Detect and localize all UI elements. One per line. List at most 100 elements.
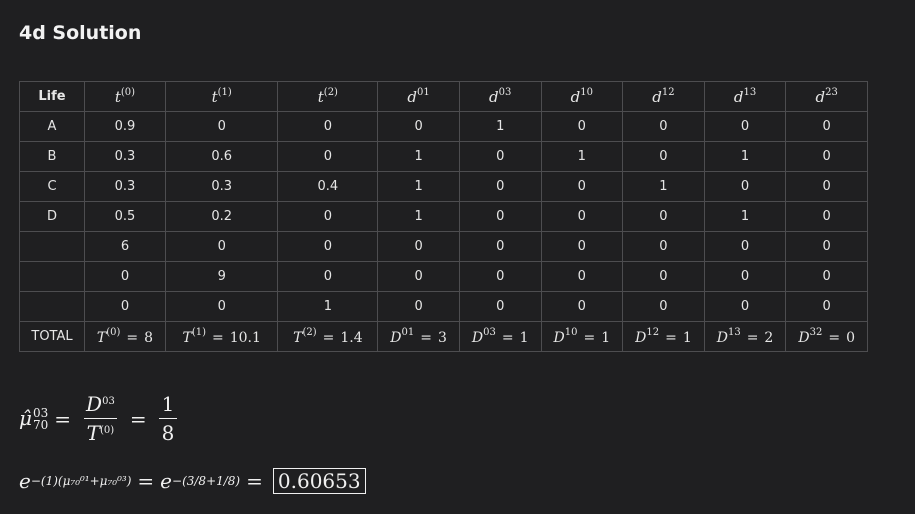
life-cell: D [19,201,85,232]
value-cell: 0 [703,111,787,142]
value-cell: 0 [540,261,624,292]
value-cell: 0 [785,201,868,232]
value-cell: 0 [84,291,166,322]
probability-equation: e −(1)(μ₇₀⁰¹+μ₇₀⁰³) = e −(3/8+1/8) = 0.606… [19,468,366,494]
total-T2: T(2) = 1.4 [277,321,379,352]
table-row: 001000000 [19,291,868,322]
value-cell: 0 [164,291,279,322]
header-d12: d12 [622,81,705,112]
total-D03: D03 = 1 [458,321,542,352]
total-D12: D12 = 1 [622,321,705,352]
value-cell: 0 [164,231,279,262]
table-row: C 0.3 0.3 0.4 1 0 0 1 0 0 [19,171,868,202]
value-cell: 0.5 [84,201,166,232]
value-cell: 0.6 [164,141,279,172]
value-cell: 0 [458,171,542,202]
value-cell: 0.3 [164,171,279,202]
value-cell: 1 [622,171,705,202]
lhs-base: e [19,469,31,493]
header-t0: t(0) [84,81,166,112]
total-label: TOTAL [19,321,85,352]
value-cell: 0 [622,141,705,172]
value-cell: 0 [622,291,705,322]
header-d13: d13 [703,81,787,112]
value-cell: 0 [540,231,624,262]
value-cell: 0 [458,261,542,292]
value-cell: 0 [540,111,624,142]
table-row: D 0.5 0.2 0 1 0 0 0 1 0 [19,201,868,232]
value-cell: 1 [377,141,460,172]
estimate-fraction: D03 T(0) [83,392,118,445]
header-d23: d23 [785,81,868,112]
mu-estimate-equation: μ̂ 03 70 = D03 T(0) = 1 8 [19,392,183,445]
value-cell: 0 [277,261,379,292]
value-cell: 0 [458,231,542,262]
value-cell: 0.3 [84,141,166,172]
header-d01: d01 [377,81,460,112]
value-cell: 0 [277,111,379,142]
result-fraction: 1 8 [158,392,178,445]
header-t1: t(1) [164,81,279,112]
life-cell [19,231,85,262]
value-cell: 1 [703,141,787,172]
value-cell: 0 [84,261,166,292]
mid-exponent: −(3/8+1/8) [172,474,241,488]
value-cell: 0 [277,141,379,172]
value-cell: 0 [377,231,460,262]
solution-table: Life t(0) t(1) t(2) d01 d03 d10 d12 d13 … [19,81,868,352]
header-d10: d10 [540,81,624,112]
value-cell: 0 [703,291,787,322]
value-cell: 0 [377,111,460,142]
value-cell: 6 [84,231,166,262]
value-cell: 0 [540,171,624,202]
value-cell: 9 [164,261,279,292]
value-cell: 0.4 [277,171,379,202]
header-life: Life [19,81,85,112]
header-d03: d03 [458,81,542,112]
mu-hat-symbol: μ̂ 03 70 [19,405,49,433]
total-D01: D01 = 3 [377,321,460,352]
life-cell: B [19,141,85,172]
value-cell: 1 [277,291,379,322]
life-cell: A [19,111,85,142]
value-cell: 0.9 [84,111,166,142]
value-cell: 0 [277,231,379,262]
value-cell: 0 [785,291,868,322]
total-T0: T(0) = 8 [84,321,166,352]
value-cell: 1 [458,111,542,142]
value-cell: 0 [703,231,787,262]
value-cell: 0 [458,291,542,322]
life-cell [19,291,85,322]
value-cell: 0 [377,261,460,292]
page-title: 4d Solution [19,22,142,44]
value-cell: 0 [785,261,868,292]
value-cell: 0 [540,201,624,232]
total-T1: T(1) = 10.1 [164,321,279,352]
life-cell: C [19,171,85,202]
value-cell: 0 [703,171,787,202]
value-cell: 1 [540,141,624,172]
value-cell: 1 [377,201,460,232]
value-cell: 0 [622,201,705,232]
value-cell: 0 [622,111,705,142]
mid-base: e [160,469,173,493]
table-row: B 0.3 0.6 0 1 0 1 0 1 0 [19,141,868,172]
table-row: 090000000 [19,261,868,292]
total-D13: D13 = 2 [703,321,787,352]
value-cell: 0 [277,201,379,232]
total-row: TOTAL T(0) = 8 T(1) = 10.1 T(2) = 1.4 D01 = 3 D0… [19,321,868,352]
value-cell: 0 [785,171,868,202]
value-cell: 1 [377,171,460,202]
value-cell: 0 [785,111,868,142]
life-cell [19,261,85,292]
value-cell: 0.2 [164,201,279,232]
value-cell: 0 [785,141,868,172]
lhs-exponent: −(1)(μ₇₀⁰¹+μ₇₀⁰³) [30,474,132,488]
value-cell: 0 [458,141,542,172]
total-D32: D32 = 0 [785,321,868,352]
boxed-result: 0.60653 [272,468,366,494]
value-cell: 0 [540,291,624,322]
value-cell: 1 [703,201,787,232]
value-cell: 0 [164,111,279,142]
value-cell: 0.3 [84,171,166,202]
